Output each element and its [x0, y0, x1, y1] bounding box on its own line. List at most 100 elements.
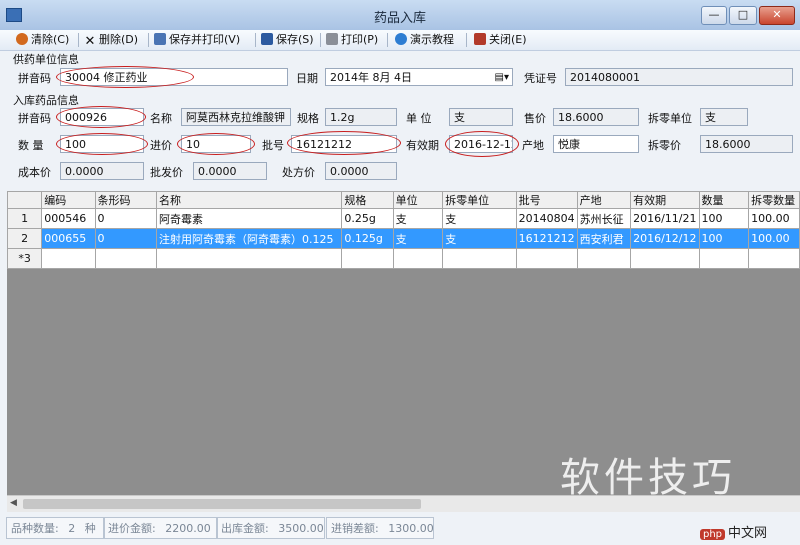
table-cell[interactable]: 100 — [698, 228, 750, 249]
origin-input[interactable]: 悦康 — [553, 135, 639, 153]
close-icon: ✕ — [772, 8, 782, 21]
table-row[interactable]: 1 000546 0 阿奇霉素 0.25g 支支 20140804 苏州长征 2016/11/2… — [7, 208, 800, 229]
table-cell[interactable]: 000655 — [41, 228, 96, 249]
table-cell[interactable]: 支 — [442, 208, 517, 229]
column-header[interactable]: 单位 — [392, 191, 444, 209]
toolbar-separator — [466, 33, 467, 47]
row-header[interactable]: *3 — [7, 248, 43, 269]
table-cell[interactable] — [156, 248, 343, 269]
table-cell[interactable]: 000546 — [41, 208, 96, 229]
print-button[interactable]: 打印(P) — [326, 32, 378, 48]
save-button[interactable]: 保存(S) — [261, 32, 314, 48]
column-header[interactable]: 有效期 — [630, 191, 700, 209]
table-cell[interactable] — [748, 248, 800, 269]
purchase-label: 进价金额: — [108, 522, 156, 535]
qty-input[interactable]: 100 — [60, 135, 144, 153]
minimize-button[interactable]: — — [701, 6, 727, 25]
rx-price-label: 处方价 — [282, 166, 315, 179]
maximize-button[interactable]: □ — [729, 6, 757, 25]
save-print-button[interactable]: 保存并打印(V) — [154, 32, 240, 48]
table-row[interactable]: *3 — [7, 248, 800, 269]
save-icon — [261, 33, 273, 45]
table-cell[interactable] — [392, 248, 444, 269]
delete-button[interactable]: ✕ 删除(D) — [84, 32, 139, 48]
row-header[interactable]: 2 — [7, 228, 43, 249]
table-cell[interactable] — [341, 248, 394, 269]
drug-pinyin-input[interactable]: 000926 — [60, 108, 144, 126]
cost-in-input[interactable]: 10 — [181, 135, 251, 153]
column-header[interactable]: 拆零单位 — [442, 191, 517, 209]
expiry-label: 有效期 — [406, 139, 439, 152]
purchase-value: 2200.00 — [165, 522, 211, 535]
table-cell[interactable]: 0 — [94, 208, 158, 229]
table-cell[interactable]: 0.125g — [341, 228, 394, 249]
table-cell[interactable]: 2016/12/12 — [630, 228, 700, 249]
table-cell[interactable] — [515, 248, 578, 269]
table-cell[interactable]: 西安利君 — [576, 228, 632, 249]
column-header[interactable]: 条形码 — [94, 191, 158, 209]
table-cell[interactable]: 苏州长征 — [576, 208, 632, 229]
scroll-left-icon[interactable]: ◀ — [10, 498, 17, 508]
delete-label: 删除(D) — [99, 33, 139, 46]
column-header[interactable]: 产地 — [576, 191, 632, 209]
batch-input[interactable]: 16121212 — [291, 135, 397, 153]
table-cell[interactable]: 2016/11/21 — [630, 208, 700, 229]
table-cell[interactable] — [94, 248, 158, 269]
table-cell[interactable] — [630, 248, 700, 269]
column-header[interactable]: 拆零数量 — [748, 191, 800, 209]
table-cell[interactable]: 0.25g — [341, 208, 394, 229]
table-cell[interactable] — [41, 248, 96, 269]
close-window-button[interactable]: ✕ — [759, 6, 795, 25]
table-cell[interactable]: 支 — [392, 208, 444, 229]
save-label: 保存(S) — [276, 33, 314, 46]
date-picker[interactable]: 2014年 8月 4日 ▤▾ — [325, 68, 513, 86]
expiry-input[interactable]: 2016-12-12 — [449, 135, 513, 153]
cost-label: 成本价 — [18, 166, 51, 179]
profit-value: 1300.00 — [388, 522, 434, 535]
supplier-pinyin-input[interactable]: 30004 修正药业 — [60, 68, 288, 86]
save-print-label: 保存并打印(V) — [169, 33, 241, 46]
scroll-thumb[interactable] — [23, 499, 421, 509]
table-cell[interactable]: 16121212 — [515, 228, 578, 249]
print-icon — [326, 33, 338, 45]
table-cell[interactable] — [698, 248, 750, 269]
demo-button[interactable]: 演示教程 — [395, 32, 454, 48]
table-cell[interactable]: 100.00 — [748, 208, 800, 229]
toolbar-separator — [387, 33, 388, 47]
drug-section-label: 入库药品信息 — [13, 94, 79, 107]
batch-label: 批号 — [262, 139, 284, 152]
cost-field: 0.0000 — [60, 162, 144, 180]
watermark-text: 软件技巧 — [560, 455, 736, 501]
date-value: 2014年 8月 4日 — [330, 71, 412, 84]
table-row[interactable]: 2 000655 0 注射用阿奇霉素（阿奇霉素）0.125 0.125g 支支 161212… — [7, 228, 800, 249]
table-cell[interactable]: 20140804 — [515, 208, 578, 229]
variety-unit: 种 — [84, 522, 96, 535]
table-cell[interactable]: 注射用阿奇霉素（阿奇霉素）0.125 — [156, 228, 343, 249]
column-header[interactable]: 批号 — [515, 191, 578, 209]
table-cell[interactable]: 100 — [698, 208, 750, 229]
drug-pinyin-label: 拼音码 — [18, 112, 51, 125]
save-print-icon — [154, 33, 166, 45]
table-cell[interactable]: 100.00 — [748, 228, 800, 249]
table-cell[interactable]: 支 — [392, 228, 444, 249]
column-header[interactable]: 数量 — [698, 191, 750, 209]
column-header[interactable]: 编码 — [41, 191, 96, 209]
row-header[interactable]: 1 — [7, 208, 43, 229]
title-bar: 药品入库 — □ ✕ — [0, 0, 800, 31]
spec-label: 规格 — [297, 112, 319, 125]
clear-button[interactable]: 清除(C) — [16, 32, 69, 48]
column-header[interactable]: 名称 — [156, 191, 343, 209]
close-button[interactable]: 关闭(E) — [474, 32, 527, 48]
drug-stock-in-window: 药品入库 — □ ✕ 清除(C) ✕ 删除(D) 保存并打印(V) 保存(S) 打… — [0, 0, 800, 545]
unit-label: 单 位 — [406, 112, 432, 125]
table-cell[interactable] — [442, 248, 517, 269]
variety-label: 品种数量: — [11, 522, 59, 535]
column-header[interactable]: 规格 — [341, 191, 394, 209]
table-cell[interactable]: 支 — [442, 228, 517, 249]
table-cell[interactable] — [576, 248, 632, 269]
watermark-logo: php 中文网 — [700, 522, 767, 541]
table-cell[interactable]: 0 — [94, 228, 158, 249]
table-cell[interactable]: 阿奇霉素 — [156, 208, 343, 229]
minimize-icon: — — [708, 8, 720, 21]
calendar-dropdown-icon[interactable]: ▤▾ — [495, 69, 509, 85]
